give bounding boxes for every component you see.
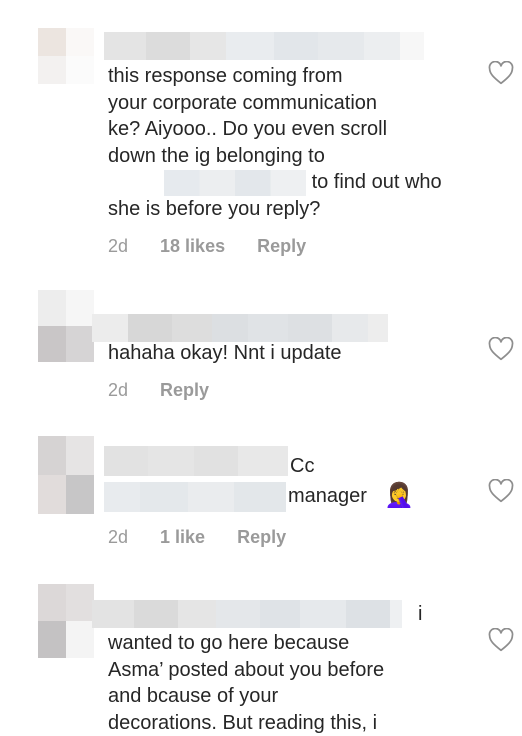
likes-count[interactable]: 1 like [160,527,205,548]
avatar[interactable] [38,584,94,658]
reply-button[interactable]: Reply [257,236,306,257]
comment-text: hahaha okay! Nnt i update [108,342,342,364]
comment-line: manager [288,485,367,507]
timestamp: 2d [108,380,129,400]
comment-line: your corporate communication [108,91,378,114]
comment-line: decorations. But reading this, i [108,711,378,734]
reply-button[interactable]: Reply [160,380,209,401]
facepalm-emoji: 🤦‍♀️ [384,482,414,509]
comment-line: down the ig belonging to [108,144,325,167]
timestamp: 2d [108,527,129,547]
comment-line: Cc [290,455,315,477]
username-redacted[interactable] [92,600,402,628]
comment-line: ke? Aiyooo.. Do you even scroll [108,118,388,140]
comment-meta: 2d Reply [108,380,209,401]
comment-line: and bcause of your [108,685,279,707]
username-redacted[interactable] [92,314,388,342]
likes-count[interactable]: 18 likes [160,236,225,257]
comment-line: this response coming from [108,65,343,87]
avatar[interactable] [38,28,94,84]
comment-text: this response coming from your corporate… [108,63,468,222]
username-redacted[interactable] [104,32,424,60]
heart-outline-icon[interactable] [488,337,514,361]
heart-outline-icon[interactable] [488,61,514,85]
comment-line: Asma’ posted about you before [108,658,385,681]
comment-line: wanted to go here because [108,632,350,654]
mention-redacted[interactable] [164,169,306,196]
timestamp: 2d [108,236,129,256]
comment-meta: 2d 1 like Reply [108,527,286,548]
heart-outline-icon[interactable] [488,628,514,652]
heart-outline-icon[interactable] [488,479,514,503]
reply-button[interactable]: Reply [237,527,286,548]
comment-line: to find out who [311,171,442,193]
avatar[interactable] [38,290,94,362]
mention-redacted[interactable] [104,482,286,512]
comment-text: wanted to go here because Asma’ posted a… [108,630,468,736]
comment-meta: 2d 18 likes Reply [108,236,306,257]
comment-line: i [418,603,423,625]
comment-line: she is before you reply? [108,197,321,220]
avatar[interactable] [38,436,94,514]
username-redacted[interactable] [104,446,288,476]
